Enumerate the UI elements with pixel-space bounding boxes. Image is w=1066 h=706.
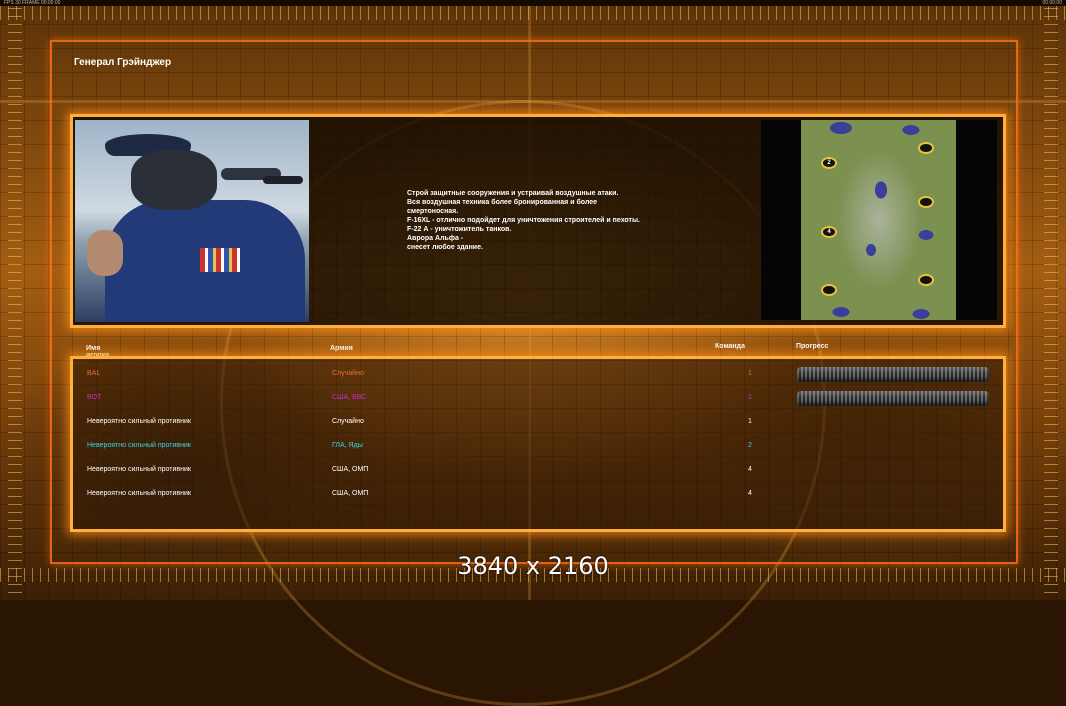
player-name: Невероятно сильный противник (87, 490, 191, 497)
ruler-top (0, 6, 1066, 20)
player-team[interactable]: 4 (748, 466, 752, 473)
start-position-marker[interactable]: 2 (821, 157, 837, 169)
description-line: Вся воздушная техника более бронированна… (407, 199, 598, 206)
player-army[interactable]: ГЛА, Яды (332, 442, 363, 449)
top-status-bar: FPS 30 FRAME 00:00:00 00:00:00 (0, 0, 1066, 6)
player-row[interactable]: Невероятно сильный противник США, ОМП 4 (73, 460, 1003, 480)
player-army[interactable]: США, ВВС (332, 394, 366, 401)
player-team[interactable]: 1 (748, 418, 752, 425)
loading-progress-bar (797, 367, 989, 382)
player-army[interactable]: Случайно (332, 418, 364, 425)
column-header-progress: Прогресс (796, 343, 829, 350)
jet-shape (263, 176, 303, 184)
start-position-marker[interactable] (918, 274, 934, 286)
start-position-marker[interactable] (918, 196, 934, 208)
ruler-left (8, 0, 22, 600)
general-portrait (75, 120, 309, 322)
description-line: F-22 А - уничтожитель танков. (407, 226, 512, 233)
player-team[interactable]: 2 (748, 442, 752, 449)
start-position-marker[interactable] (821, 284, 837, 296)
minimap[interactable]: 2 4 (761, 120, 997, 320)
player-name: BOT (87, 394, 102, 401)
player-name: Невероятно сильный противник (87, 442, 191, 449)
description-line: F-16XL - отлично подойдет для уничтожени… (407, 217, 640, 224)
player-name: Невероятно сильный противник (87, 418, 191, 425)
page-title: Генерал Грэйнджер (74, 57, 172, 68)
start-position-marker[interactable]: 4 (821, 226, 837, 238)
clock: 00:00:00 (1042, 0, 1062, 6)
player-name: Невероятно сильный противник (87, 466, 191, 473)
player-row[interactable]: Невероятно сильный противник ГЛА, Яды 2 (73, 436, 1003, 456)
loading-progress-bar (797, 391, 989, 406)
medal-ribbons (200, 248, 240, 272)
column-header-team: Команда (715, 343, 745, 350)
player-row[interactable]: BOT США, ВВС 1 (73, 388, 1003, 408)
description-line: снесет любое здание. (407, 244, 483, 251)
player-team[interactable]: 4 (748, 490, 752, 497)
player-army[interactable]: Случайно (332, 370, 364, 377)
column-header-army: Армия (330, 345, 353, 352)
player-table: BAL Случайно 1 BOT США, ВВС 1 Невероятно сильн… (70, 356, 1006, 532)
description-line: Строй защитные сооружения и устраивай во… (407, 190, 619, 197)
player-row[interactable]: Невероятно сильный противник Случайно 1 (73, 412, 1003, 432)
player-army[interactable]: США, ОМП (332, 490, 368, 497)
description-line: Аврора Альфа - (407, 235, 464, 242)
helmet-visor-shape (131, 150, 217, 210)
briefing-panel: Строй защитные сооружения и устраивай во… (70, 114, 1006, 328)
player-team[interactable]: 1 (748, 370, 752, 377)
hand-shape (87, 230, 123, 276)
player-name: BAL (87, 370, 101, 377)
player-row[interactable]: Невероятно сильный противник США, ОМП 4 (73, 484, 1003, 504)
ruler-right (1044, 0, 1058, 600)
general-description: Строй защитные сооружения и устраивай во… (407, 189, 677, 252)
start-position-marker[interactable] (918, 142, 934, 154)
player-army[interactable]: США, ОМП (332, 466, 368, 473)
description-line: смертоносная. (407, 208, 459, 215)
resolution-watermark: 3840 x 2160 (457, 552, 609, 580)
player-row[interactable]: BAL Случайно 1 (73, 364, 1003, 384)
status-text: FPS 30 FRAME 00:00:00 (4, 0, 61, 6)
player-team[interactable]: 1 (748, 394, 752, 401)
